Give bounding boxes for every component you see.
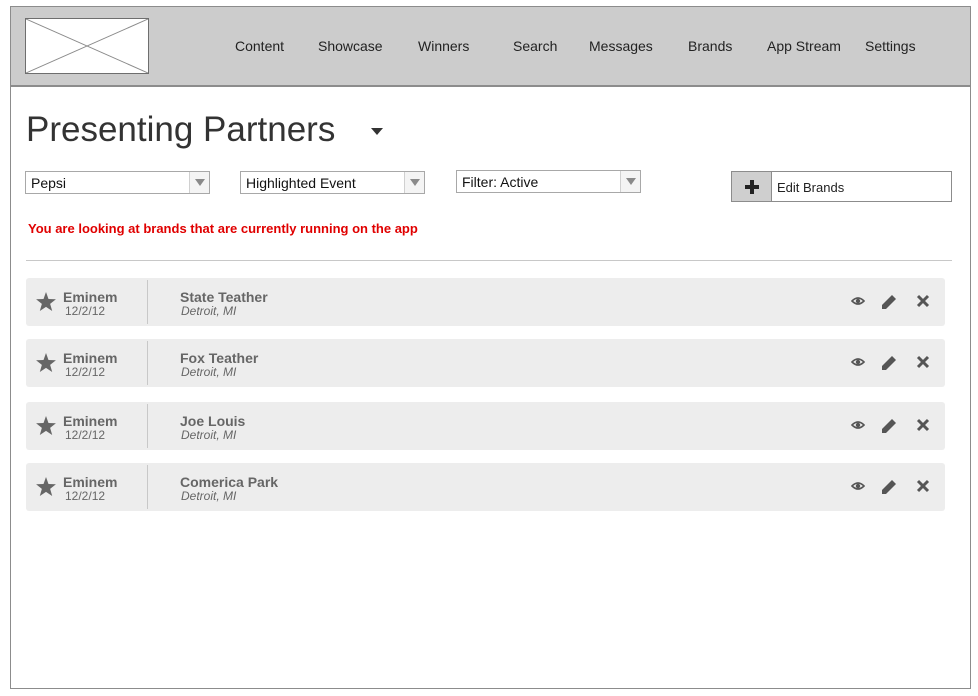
edit-brands-button[interactable]: Edit Brands: [731, 171, 952, 202]
close-icon[interactable]: [916, 479, 930, 493]
artist-name: Eminem: [63, 350, 118, 366]
chevron-down-icon: [404, 172, 424, 193]
event-date: 12/2/12: [65, 489, 106, 503]
plus-icon: [732, 172, 772, 201]
chevron-down-icon: [620, 171, 640, 192]
eye-icon[interactable]: [851, 355, 865, 369]
list-item[interactable]: Eminem 12/2/12 Joe Louis Detroit, MI: [26, 402, 945, 450]
pencil-icon[interactable]: [881, 418, 897, 434]
edit-brands-label: Edit Brands: [777, 180, 845, 195]
row-separator: [147, 465, 148, 509]
main-nav: Content Showcase Winners Search Messages…: [11, 7, 970, 87]
venue-name: Comerica Park: [180, 474, 279, 490]
artist-name: Eminem: [63, 413, 118, 429]
close-icon[interactable]: [916, 294, 930, 308]
pencil-icon[interactable]: [881, 294, 897, 310]
event-date: 12/2/12: [65, 428, 106, 442]
close-icon[interactable]: [916, 355, 930, 369]
divider: [26, 260, 952, 261]
event-select-value: Highlighted Event: [246, 175, 356, 191]
star-icon[interactable]: [36, 416, 56, 435]
eye-icon[interactable]: [851, 294, 865, 308]
nav-showcase[interactable]: Showcase: [318, 38, 383, 54]
row-separator: [147, 404, 148, 448]
list-item[interactable]: Eminem 12/2/12 Comerica Park Detroit, MI: [26, 463, 945, 511]
chevron-down-icon: [189, 172, 209, 193]
status-filter-value: Filter: Active: [462, 174, 539, 190]
venue-location: Detroit, MI: [181, 428, 237, 442]
status-filter-select[interactable]: Filter: Active: [456, 170, 641, 193]
artist-name: Eminem: [63, 474, 118, 490]
close-icon[interactable]: [916, 418, 930, 432]
header-bar: Content Showcase Winners Search Messages…: [11, 7, 970, 87]
nav-messages[interactable]: Messages: [589, 38, 653, 54]
event-date: 12/2/12: [65, 304, 106, 318]
venue-name: Joe Louis: [180, 413, 246, 429]
venue-name: Fox Teather: [180, 350, 259, 366]
artist-name: Eminem: [63, 289, 118, 305]
list-item[interactable]: Eminem 12/2/12 Fox Teather Detroit, MI: [26, 339, 945, 387]
nav-search[interactable]: Search: [513, 38, 557, 54]
nav-content[interactable]: Content: [235, 38, 284, 54]
nav-settings[interactable]: Settings: [865, 38, 916, 54]
app-frame: Content Showcase Winners Search Messages…: [10, 6, 971, 689]
venue-name: State Teather: [180, 289, 268, 305]
eye-icon[interactable]: [851, 479, 865, 493]
venue-location: Detroit, MI: [181, 304, 237, 318]
venue-location: Detroit, MI: [181, 365, 237, 379]
event-select[interactable]: Highlighted Event: [240, 171, 425, 194]
brand-select-value: Pepsi: [31, 175, 67, 191]
page-title: Presenting Partners: [26, 110, 336, 149]
pencil-icon[interactable]: [881, 479, 897, 495]
star-icon[interactable]: [36, 477, 56, 496]
star-icon[interactable]: [36, 353, 56, 372]
title-dropdown-caret-icon[interactable]: [370, 126, 384, 136]
eye-icon[interactable]: [851, 418, 865, 432]
nav-brands[interactable]: Brands: [688, 38, 732, 54]
star-icon[interactable]: [36, 292, 56, 311]
nav-app-stream[interactable]: App Stream: [767, 38, 841, 54]
pencil-icon[interactable]: [881, 355, 897, 371]
nav-winners[interactable]: Winners: [418, 38, 469, 54]
list-item[interactable]: Eminem 12/2/12 State Teather Detroit, MI: [26, 278, 945, 326]
row-separator: [147, 280, 148, 324]
venue-location: Detroit, MI: [181, 489, 237, 503]
row-separator: [147, 341, 148, 385]
event-date: 12/2/12: [65, 365, 106, 379]
brand-select[interactable]: Pepsi: [25, 171, 210, 194]
status-notice: You are looking at brands that are curre…: [28, 221, 418, 236]
